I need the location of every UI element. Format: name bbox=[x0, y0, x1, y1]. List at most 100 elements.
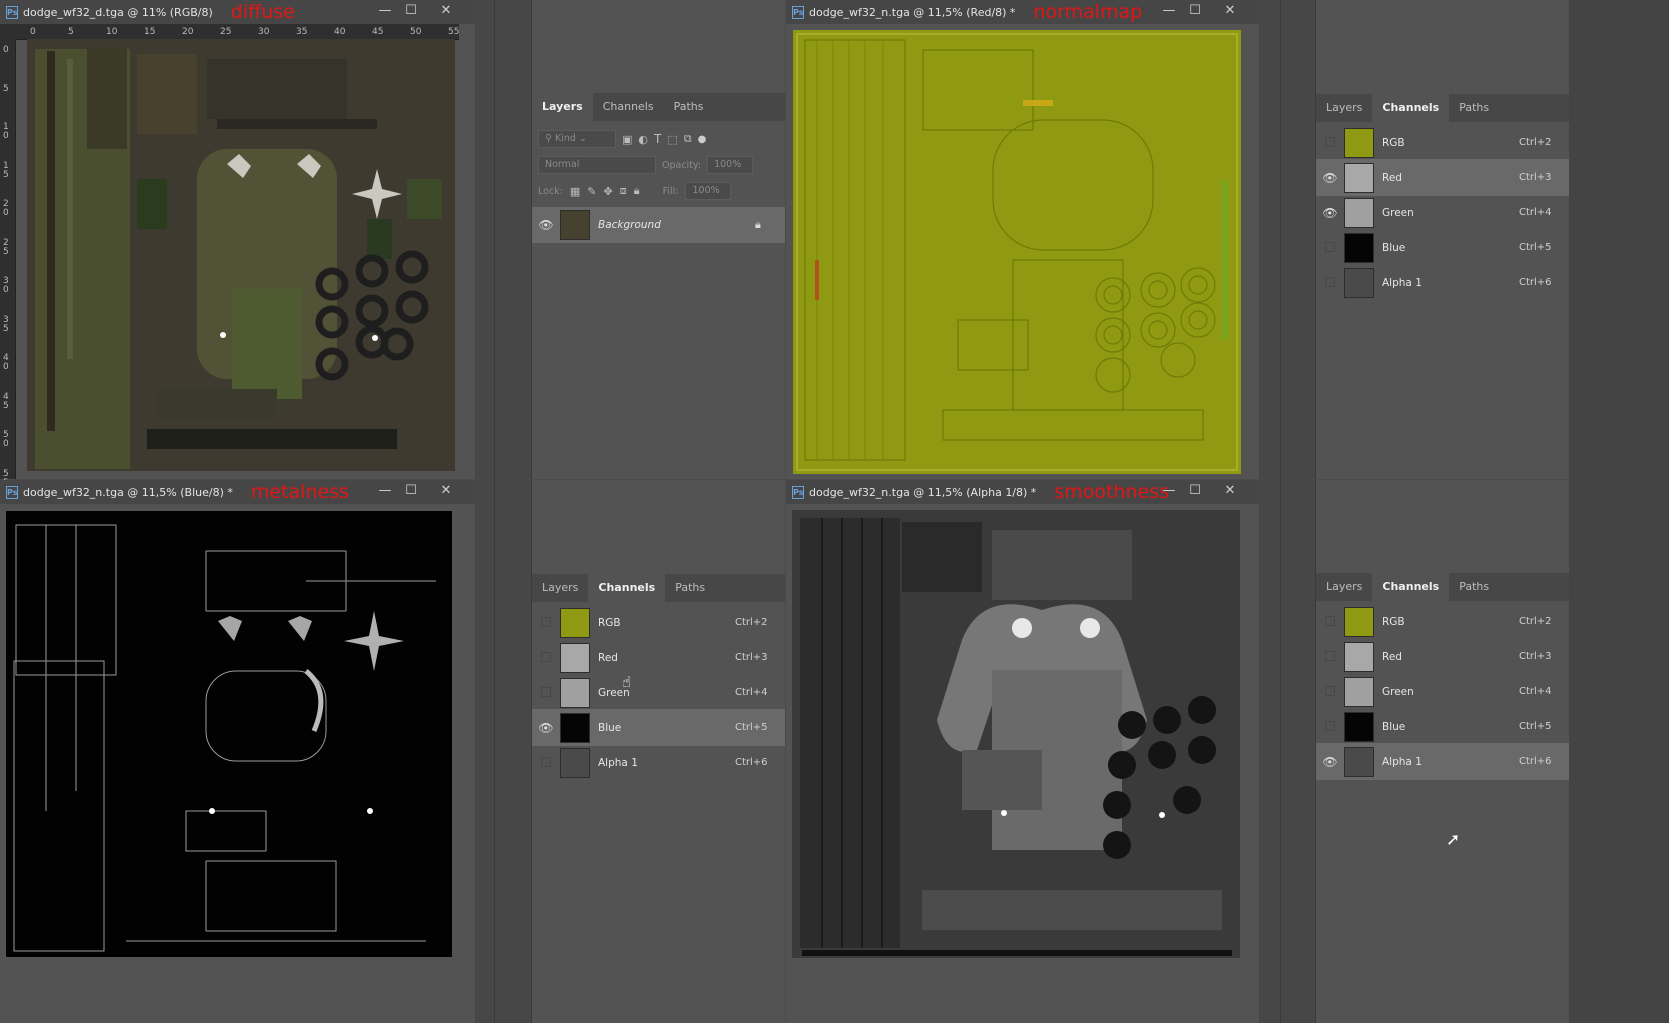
channel-row-alpha-1[interactable]: Alpha 1 Ctrl+6 bbox=[1316, 264, 1569, 301]
minimize-icon[interactable]: — bbox=[1156, 3, 1182, 19]
metalness-window[interactable]: Ps dodge_wf32_n.tga @ 11,5% (Blue/8) * m… bbox=[0, 480, 475, 1023]
lock-transparent-icon[interactable]: ▦ bbox=[570, 185, 580, 198]
opacity-field[interactable]: 100% bbox=[707, 156, 754, 174]
channels-panel-top[interactable]: Layers Channels Paths RGB Ctrl+2 👁︎ Red Ctrl… bbox=[1315, 0, 1569, 479]
maximize-icon[interactable]: ☐ bbox=[1182, 483, 1208, 499]
metalness-texture-canvas[interactable] bbox=[6, 511, 452, 957]
channel-row-blue[interactable]: Blue Ctrl+5 bbox=[1316, 229, 1569, 266]
tab-paths[interactable]: Paths bbox=[1449, 573, 1499, 601]
lock-all-icon[interactable]: 🔒︎ bbox=[634, 184, 640, 198]
channel-row-red[interactable]: Red Ctrl+3 bbox=[1316, 638, 1569, 675]
channel-row-blue[interactable]: Blue Ctrl+5 bbox=[1316, 708, 1569, 745]
channels-panel-middle[interactable]: Layers Channels Paths ☝︎ RGB Ctrl+2 Red Ctr… bbox=[531, 480, 785, 1023]
maximize-icon[interactable]: ☐ bbox=[1182, 3, 1208, 19]
visibility-eye-icon[interactable]: 👁︎ bbox=[1316, 171, 1344, 185]
normalmap-titlebar[interactable]: Ps dodge_wf32_n.tga @ 11,5% (Red/8) * no… bbox=[786, 0, 1259, 24]
visibility-eye-icon[interactable] bbox=[532, 756, 560, 770]
lock-artboard-icon[interactable]: ⧈ bbox=[620, 184, 627, 198]
channel-name[interactable]: Alpha 1 bbox=[598, 757, 735, 769]
minimize-icon[interactable]: — bbox=[1156, 483, 1182, 499]
fill-field[interactable]: 100% bbox=[685, 182, 732, 200]
visibility-eye-icon[interactable]: 👁︎ bbox=[532, 218, 560, 232]
channel-name[interactable]: Red bbox=[1382, 651, 1519, 663]
channel-name[interactable]: Blue bbox=[1382, 242, 1519, 254]
channel-name[interactable]: RGB bbox=[1382, 137, 1519, 149]
channel-row-red[interactable]: 👁︎ Red Ctrl+3 bbox=[1316, 159, 1569, 196]
channel-row-green[interactable]: Green Ctrl+4 bbox=[532, 674, 785, 711]
channel-name[interactable]: Alpha 1 bbox=[1382, 756, 1519, 768]
visibility-eye-icon[interactable] bbox=[1316, 136, 1344, 150]
tab-channels[interactable]: Channels bbox=[588, 574, 666, 602]
shape-filter-icon[interactable]: ⬚ bbox=[667, 133, 677, 146]
visibility-eye-icon[interactable]: 👁︎ bbox=[532, 721, 560, 735]
channel-row-green[interactable]: 👁︎ Green Ctrl+4 bbox=[1316, 194, 1569, 231]
maximize-icon[interactable]: ☐ bbox=[398, 3, 424, 19]
visibility-eye-icon[interactable] bbox=[1316, 685, 1344, 699]
close-icon[interactable]: ✕ bbox=[1217, 3, 1243, 19]
tab-channels[interactable]: Channels bbox=[1372, 573, 1450, 601]
channel-name[interactable]: Red bbox=[1382, 172, 1519, 184]
smoothness-titlebar[interactable]: Ps dodge_wf32_n.tga @ 11,5% (Alpha 1/8) … bbox=[786, 480, 1259, 504]
smoothness-window[interactable]: Ps dodge_wf32_n.tga @ 11,5% (Alpha 1/8) … bbox=[786, 480, 1259, 1023]
channel-row-rgb[interactable]: RGB Ctrl+2 bbox=[1316, 124, 1569, 161]
channel-row-green[interactable]: Green Ctrl+4 bbox=[1316, 673, 1569, 710]
channel-name[interactable]: Green bbox=[1382, 207, 1519, 219]
visibility-eye-icon[interactable] bbox=[532, 651, 560, 665]
lock-image-icon[interactable]: ✎ bbox=[587, 185, 596, 198]
image-filter-icon[interactable]: ▣ bbox=[622, 133, 632, 146]
layer-row-background[interactable]: 👁︎ Background 🔒︎ bbox=[532, 207, 785, 243]
channel-name[interactable]: Blue bbox=[598, 722, 735, 734]
visibility-eye-icon[interactable]: 👁︎ bbox=[1316, 206, 1344, 220]
diffuse-texture-canvas[interactable] bbox=[27, 39, 455, 471]
channel-row-red[interactable]: Red Ctrl+3 bbox=[532, 639, 785, 676]
normalmap-texture-canvas[interactable] bbox=[793, 30, 1241, 474]
channel-name[interactable]: Blue bbox=[1382, 721, 1519, 733]
visibility-eye-icon[interactable] bbox=[1316, 241, 1344, 255]
channel-row-alpha-1[interactable]: 👁︎ Alpha 1 Ctrl+6 bbox=[1316, 743, 1569, 780]
close-icon[interactable]: ✕ bbox=[1217, 483, 1243, 499]
tab-paths[interactable]: Paths bbox=[665, 574, 715, 602]
channel-row-rgb[interactable]: RGB Ctrl+2 bbox=[532, 604, 785, 641]
tab-paths[interactable]: Paths bbox=[1449, 94, 1499, 122]
maximize-icon[interactable]: ☐ bbox=[398, 483, 424, 499]
smoothness-texture-canvas[interactable] bbox=[792, 510, 1240, 958]
tab-layers[interactable]: Layers bbox=[532, 93, 593, 121]
visibility-eye-icon[interactable] bbox=[1316, 650, 1344, 664]
smart-object-filter-icon[interactable]: ⧉ bbox=[684, 132, 692, 146]
tab-paths[interactable]: Paths bbox=[664, 93, 714, 121]
channel-name[interactable]: Green bbox=[1382, 686, 1519, 698]
layers-panel[interactable]: Layers Channels Paths ⚲ Kind ⌄ ▣ ◐ T ⬚ ⧉… bbox=[531, 0, 785, 479]
layer-name[interactable]: Background bbox=[598, 219, 755, 231]
normalmap-window[interactable]: Ps dodge_wf32_n.tga @ 11,5% (Red/8) * no… bbox=[786, 0, 1259, 479]
minimize-icon[interactable]: — bbox=[372, 483, 398, 499]
type-filter-icon[interactable]: T bbox=[654, 132, 661, 146]
metalness-titlebar[interactable]: Ps dodge_wf32_n.tga @ 11,5% (Blue/8) * m… bbox=[0, 480, 475, 504]
channel-name[interactable]: Green bbox=[598, 687, 735, 699]
visibility-eye-icon[interactable] bbox=[532, 616, 560, 630]
channel-name[interactable]: Alpha 1 bbox=[1382, 277, 1519, 289]
adjustment-filter-icon[interactable]: ◐ bbox=[638, 133, 648, 146]
tab-layers[interactable]: Layers bbox=[1316, 573, 1372, 601]
filter-toggle-icon[interactable]: ● bbox=[698, 134, 707, 145]
minimize-icon[interactable]: — bbox=[372, 3, 398, 19]
blend-mode-select[interactable]: Normal bbox=[538, 156, 656, 174]
channel-name[interactable]: Red bbox=[598, 652, 735, 664]
channel-name[interactable]: RGB bbox=[598, 617, 735, 629]
layer-filter-kind[interactable]: ⚲ Kind ⌄ bbox=[538, 130, 616, 148]
diffuse-window[interactable]: Ps dodge_wf32_d.tga @ 11% (RGB/8) diffus… bbox=[0, 0, 475, 487]
visibility-eye-icon[interactable] bbox=[532, 686, 560, 700]
visibility-eye-icon[interactable] bbox=[1316, 276, 1344, 290]
tab-layers[interactable]: Layers bbox=[532, 574, 588, 602]
channel-row-blue[interactable]: 👁︎ Blue Ctrl+5 bbox=[532, 709, 785, 746]
tab-layers[interactable]: Layers bbox=[1316, 94, 1372, 122]
close-icon[interactable]: ✕ bbox=[433, 483, 459, 499]
channel-row-alpha-1[interactable]: Alpha 1 Ctrl+6 bbox=[532, 744, 785, 781]
channel-row-rgb[interactable]: RGB Ctrl+2 bbox=[1316, 603, 1569, 640]
tab-channels[interactable]: Channels bbox=[1372, 94, 1450, 122]
channels-panel-bottom[interactable]: Layers Channels Paths ➚ RGB Ctrl+2 Red Ctrl… bbox=[1315, 480, 1569, 1023]
lock-position-icon[interactable]: ✥ bbox=[604, 185, 613, 198]
visibility-eye-icon[interactable]: 👁︎ bbox=[1316, 755, 1344, 769]
visibility-eye-icon[interactable] bbox=[1316, 720, 1344, 734]
channel-name[interactable]: RGB bbox=[1382, 616, 1519, 628]
close-icon[interactable]: ✕ bbox=[433, 3, 459, 19]
